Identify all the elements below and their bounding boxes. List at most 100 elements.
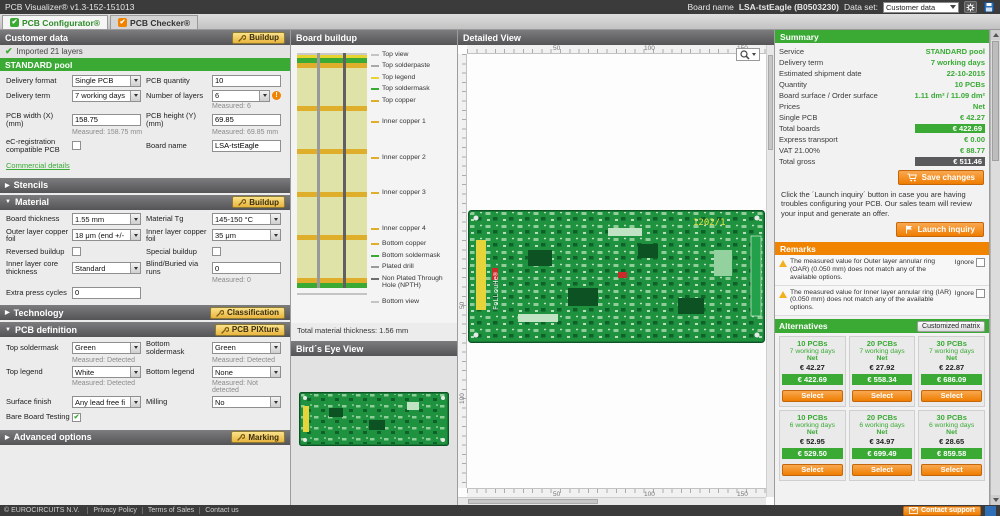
save-changes-label: Save changes [922,173,975,182]
footer-link[interactable]: Privacy Policy [87,507,142,514]
select-alternative-button[interactable]: Select [921,390,982,402]
material-tg-select[interactable]: 145-150 °C [212,213,281,225]
blind-buried-input[interactable] [212,262,281,274]
save-changes-button[interactable]: Save changes [898,170,984,185]
delivery-term-select[interactable]: 7 working days [72,90,141,102]
inner-copper-select[interactable]: 35 μm [212,229,281,241]
zoom-magnifier-control[interactable] [736,48,760,61]
surface-finish-label: Surface finish [6,398,70,406]
outer-copper-label: Outer layer copper foil [6,228,70,244]
chevron-down-icon [270,214,280,224]
scroll-down-arrow[interactable] [991,495,1000,505]
section-material[interactable]: ▼ Material Buildup [0,195,290,210]
customized-matrix-button[interactable]: Customized matrix [917,321,985,332]
bare-board-testing-checkbox[interactable]: ✔ [72,413,81,422]
contact-support-button[interactable]: Contact support [903,506,981,516]
board-thickness-select[interactable]: 1.55 mm [72,213,141,225]
board-name-input[interactable] [212,140,281,152]
bottom-legend-label: Bottom legend [146,368,210,376]
layer-color-tick [371,301,379,303]
select-alternative-button[interactable]: Select [782,464,843,476]
pcb-quantity-label: PCB quantity [146,77,210,85]
top-legend-select[interactable]: White [72,366,141,378]
pcb-width-label: PCB width (X) (mm) [6,112,70,128]
ruler-number: 50 [459,302,466,309]
dataset-select[interactable]: Customer data [883,2,959,13]
summary-row: Express transport € 0.00 [779,134,985,145]
chevron-down-icon [259,91,269,101]
ec-registration-checkbox[interactable] [72,141,81,150]
section-customer-data[interactable]: Customer data Buildup [0,30,290,45]
birdseye-header: Bird´s Eye View [291,341,457,356]
tab-pcb-configurator[interactable]: ✔ PCB Configurator® [2,15,108,29]
wrench-icon [216,309,224,317]
settings-gear-icon[interactable] [964,1,977,13]
summary-row: VAT 21.00% € 88.77 [779,145,985,156]
commercial-details-link[interactable]: Commercial details [0,160,76,171]
checker-check-icon: ✔ [118,18,127,27]
dataset-label: Data set: [844,2,878,12]
milling-select[interactable]: No [212,396,281,408]
measured-top-mask: Measured: Detected [6,357,146,364]
launch-inquiry-button[interactable]: Launch inquiry [896,222,984,237]
pcb-width-input[interactable] [72,114,141,126]
scrollbar-thumb[interactable] [768,55,773,150]
select-alternative-button[interactable]: Select [852,464,913,476]
material-buildup-button[interactable]: Buildup [232,196,285,208]
number-of-layers-select[interactable]: 6 [212,90,270,102]
detailed-view-canvas[interactable]: 50 100 150 50 100 [458,45,774,505]
bottom-soldermask-select[interactable]: Green [212,342,281,354]
detailed-vertical-scrollbar[interactable] [766,45,774,497]
classification-button[interactable]: Classification [210,307,285,319]
ignore-checkbox[interactable] [976,289,985,298]
tab-checker-label: PCB Checker® [130,18,190,28]
customer-data-title: Customer data [5,33,68,43]
summary-panel: Summary Service STANDARD pool Delivery t… [775,30,989,505]
ignore-label: Ignore [955,290,974,297]
section-pcb-definition[interactable]: ▼ PCB definition PCB PIXture [0,322,290,337]
footer-link[interactable]: Contact us [199,507,243,514]
marking-button[interactable]: Marking [231,431,285,443]
buildup-layer-label: Plated drill [371,263,455,270]
alternative-option-cell: 10 PCBs 6 working days Net € 52.95 € 529… [779,410,846,481]
detailed-view-panel: Detailed View 50 100 150 50 100 [458,30,774,505]
section-stencils[interactable]: ▶ Stencils [0,178,290,193]
section-advanced-options[interactable]: ▶ Advanced options Marking [0,430,290,445]
pcb-quantity-input[interactable] [212,75,281,87]
reversed-buildup-checkbox[interactable] [72,247,81,256]
ignore-checkbox[interactable] [976,258,985,267]
detailed-horizontal-scrollbar[interactable] [458,497,766,505]
surface-finish-select[interactable]: Any lead free fi [72,396,141,408]
top-soldermask-select[interactable]: Green [72,342,141,354]
layer-color-tick [371,192,379,194]
scrollbar-thumb[interactable] [468,499,598,504]
special-buildup-checkbox[interactable] [212,247,221,256]
delivery-format-select[interactable]: Single PCB [72,75,141,87]
outer-copper-select[interactable]: 18 μm (end +/- [72,229,141,241]
section-technology[interactable]: ▶ Technology Classification [0,305,290,320]
tab-pcb-checker[interactable]: ✔ PCB Checker® [110,15,198,29]
material-fields: Board thickness 1.55 mm Material Tg 145-… [0,210,290,304]
save-disk-icon[interactable] [982,1,995,13]
chat-corner-icon[interactable] [985,506,996,516]
scrollbar-thumb[interactable] [992,41,999,161]
select-alternative-button[interactable]: Select [921,464,982,476]
core-thickness-select[interactable]: Standard [72,262,141,274]
buildup-layer-label: Top view [371,51,455,58]
pcb-pixture-button[interactable]: PCB PIXture [215,324,285,336]
scroll-up-arrow[interactable] [991,30,1000,40]
window-vertical-scrollbar[interactable] [990,30,1000,505]
board-name-label: Board name [688,2,734,12]
footer-link[interactable]: Terms of Sales [142,507,199,514]
remarks-title: Remarks [780,244,816,254]
extra-press-input[interactable] [72,287,141,299]
buildup-button[interactable]: Buildup [232,32,285,44]
pcb-height-input[interactable] [212,114,281,126]
delivery-format-label: Delivery format [6,77,70,85]
alternative-option-cell: 10 PCBs 7 working days Net € 42.27 € 422… [779,336,846,407]
buildup-layer-label: Bottom copper [371,240,455,247]
bottom-legend-select[interactable]: None [212,366,281,378]
select-alternative-button[interactable]: Select [852,390,913,402]
select-alternative-button[interactable]: Select [782,390,843,402]
summary-rows: Service STANDARD pool Delivery term 7 wo… [775,43,989,168]
